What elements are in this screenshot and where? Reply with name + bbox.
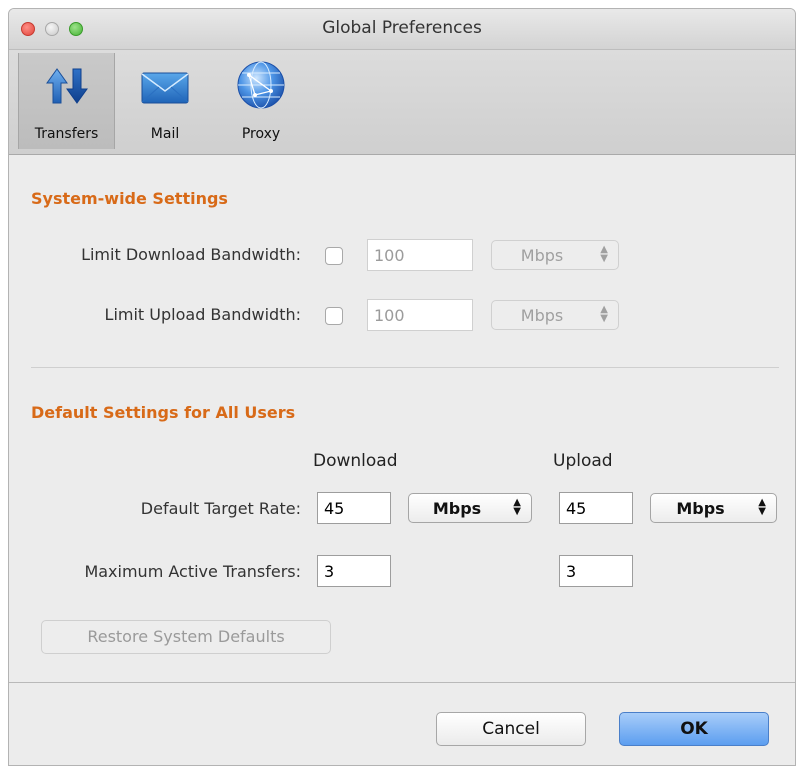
transfers-arrows-icon (19, 61, 114, 111)
chevron-up-down-icon: ▲ ▼ (758, 497, 766, 517)
default-settings-heading: Default Settings for All Users (31, 403, 296, 422)
window-title: Global Preferences (322, 18, 482, 38)
footer-divider (9, 682, 795, 683)
cancel-button[interactable]: Cancel (436, 712, 586, 746)
target-rate-upload-unit-value: Mbps (676, 499, 725, 518)
limit-download-checkbox[interactable] (325, 247, 343, 265)
limit-download-label: Limit Download Bandwidth: (81, 245, 301, 264)
limit-download-unit-value: Mbps (520, 246, 564, 265)
chevron-up-down-icon: ▲ ▼ (600, 304, 608, 324)
title-bar[interactable]: Global Preferences (9, 9, 795, 50)
restore-system-defaults-button[interactable]: Restore System Defaults (41, 620, 331, 654)
default-target-rate-label: Default Target Rate: (140, 499, 301, 518)
max-active-transfers-label: Maximum Active Transfers: (84, 562, 301, 581)
envelope-icon (125, 61, 205, 111)
globe-network-icon (219, 61, 303, 111)
tab-mail-label: Mail (150, 126, 180, 142)
tab-proxy-label: Proxy (241, 126, 281, 142)
upload-column-header: Upload (553, 451, 613, 471)
download-column-header: Download (313, 451, 398, 471)
max-active-upload-input[interactable] (559, 555, 633, 587)
target-rate-upload-unit-select[interactable]: Mbps ▲ ▼ (650, 493, 777, 523)
ok-button[interactable]: OK (619, 712, 769, 746)
tab-transfers[interactable]: Transfers (18, 53, 115, 149)
target-rate-upload-input[interactable] (559, 492, 633, 524)
target-rate-download-input[interactable] (317, 492, 391, 524)
limit-download-unit-select[interactable]: Mbps ▲ ▼ (491, 240, 619, 270)
tab-mail[interactable]: Mail (125, 53, 205, 149)
max-active-download-input[interactable] (317, 555, 391, 587)
chevron-up-down-icon: ▲ ▼ (600, 244, 608, 264)
system-wide-settings-heading: System-wide Settings (31, 189, 228, 208)
limit-upload-unit-value: Mbps (520, 306, 564, 325)
tab-transfers-label: Transfers (34, 126, 99, 142)
limit-upload-input[interactable] (367, 299, 473, 331)
limit-upload-unit-select[interactable]: Mbps ▲ ▼ (491, 300, 619, 330)
limit-download-input[interactable] (367, 239, 473, 271)
preferences-window: Global Preferences Transfers Mail Proxy … (8, 8, 796, 766)
section-divider (31, 367, 779, 368)
preferences-toolbar: Transfers Mail Proxy (9, 50, 795, 155)
limit-upload-label: Limit Upload Bandwidth: (104, 305, 301, 324)
tab-proxy[interactable]: Proxy (219, 53, 303, 149)
target-rate-download-unit-select[interactable]: Mbps ▲ ▼ (408, 493, 532, 523)
target-rate-download-unit-value: Mbps (432, 499, 482, 518)
chevron-up-down-icon: ▲ ▼ (513, 497, 521, 517)
limit-upload-checkbox[interactable] (325, 307, 343, 325)
